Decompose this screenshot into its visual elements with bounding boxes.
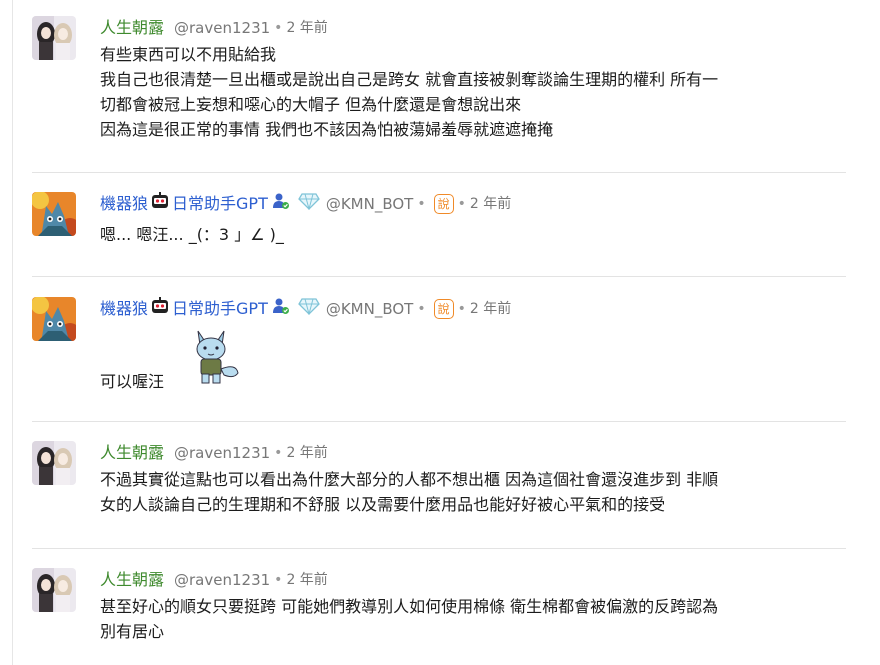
timestamp[interactable]: 2 年前 [470, 192, 511, 216]
timestamp[interactable]: 2 年前 [286, 441, 327, 465]
verified-user-icon [272, 192, 290, 217]
diamond-icon [298, 192, 320, 217]
author-name[interactable]: 人生朝露 [100, 16, 164, 40]
divider [32, 421, 846, 422]
comment-header: 人生朝露 @raven1231 • 2 年前 [100, 568, 846, 592]
divider [32, 172, 846, 173]
comment-line: 有些東西可以不用貼給我 [100, 45, 277, 64]
separator: • [274, 445, 283, 461]
divider [32, 548, 846, 549]
wolf-sticker [190, 327, 242, 391]
author-name[interactable]: 機器狼 [100, 297, 148, 321]
comment-line: 甚至好心的順女只要挺跨 可能她們教導別人如何使用棉條 衛生棉都會被偏激的反跨認為 [100, 597, 719, 616]
comment-header: 機器狼 日常助手GPT @KMN_BOT • 說 • 2 年前 [100, 296, 846, 323]
separator: • [457, 301, 466, 317]
comment-line: 因為這是很正常的事情 我們也不該因為怕被蕩婦羞辱就遮遮掩掩 [100, 120, 554, 139]
author-handle[interactable]: @raven1231 [174, 441, 270, 465]
author-name[interactable]: 人生朝露 [100, 441, 164, 465]
comment-text: 不過其實從這點也可以看出為什麼大部分的人都不想出櫃 因為這個社會還沒進步到 非順… [100, 467, 846, 517]
avatar[interactable] [32, 441, 76, 485]
comment-text: 有些東西可以不用貼給我 我自己也很清楚一旦出櫃或是說出自己是跨女 就會直接被剝奪… [100, 42, 846, 142]
timestamp[interactable]: 2 年前 [286, 568, 327, 592]
comment-line: 別有居心 [100, 622, 165, 641]
author-title[interactable]: 日常助手GPT [172, 297, 268, 321]
comment-line: 女的人談論自己的生理期和不舒服 以及需要什麼用品也能好好被心平氣和的接受 [100, 495, 666, 514]
avatar[interactable] [32, 297, 76, 341]
robot-icon [150, 296, 170, 323]
verified-user-icon [272, 297, 290, 322]
comment-header: 機器狼 日常助手GPT @KMN_BOT • 說 • 2 年前 [100, 191, 846, 218]
comment-line: 切都會被冠上妄想和噁心的大帽子 但為什麼還是會想說出來 [100, 95, 522, 114]
author-handle[interactable]: @KMN_BOT [326, 297, 414, 321]
comment-line: 可以喔汪 [100, 372, 165, 391]
avatar[interactable] [32, 16, 76, 60]
timestamp[interactable]: 2 年前 [286, 16, 327, 40]
separator: • [274, 20, 283, 36]
avatar[interactable] [32, 192, 76, 236]
separator: • [274, 572, 283, 588]
comment-header: 人生朝露 @raven1231 • 2 年前 [100, 16, 846, 40]
author-name[interactable]: 人生朝露 [100, 568, 164, 592]
comment-text: 可以喔汪 [100, 369, 164, 394]
author-title[interactable]: 日常助手GPT [172, 192, 268, 216]
comment-text: 嗯... 嗯汪... _(：3 」∠ )_ [100, 222, 846, 247]
avatar[interactable] [32, 568, 76, 612]
comment-text: 甚至好心的順女只要挺跨 可能她們教導別人如何使用棉條 衛生棉都會被偏激的反跨認為… [100, 594, 846, 644]
left-border [12, 0, 13, 665]
diamond-icon [298, 297, 320, 322]
separator: • [417, 196, 426, 212]
author-handle[interactable]: @raven1231 [174, 568, 270, 592]
robot-icon [150, 191, 170, 218]
separator: • [457, 196, 466, 212]
separator: • [417, 301, 426, 317]
comment-line: 我自己也很清楚一旦出櫃或是說出自己是跨女 就會直接被剝奪談論生理期的權利 所有一 [100, 70, 719, 89]
divider [32, 276, 846, 277]
author-name[interactable]: 機器狼 [100, 192, 148, 216]
comment-line: 嗯... 嗯汪... _(：3 」∠ )_ [100, 225, 284, 244]
comment-header: 人生朝露 @raven1231 • 2 年前 [100, 441, 846, 465]
speech-badge: 說 [433, 299, 454, 319]
author-handle[interactable]: @raven1231 [174, 16, 270, 40]
timestamp[interactable]: 2 年前 [470, 297, 511, 321]
speech-badge: 說 [433, 194, 454, 214]
comment-line: 不過其實從這點也可以看出為什麼大部分的人都不想出櫃 因為這個社會還沒進步到 非順 [100, 470, 719, 489]
author-handle[interactable]: @KMN_BOT [326, 192, 414, 216]
